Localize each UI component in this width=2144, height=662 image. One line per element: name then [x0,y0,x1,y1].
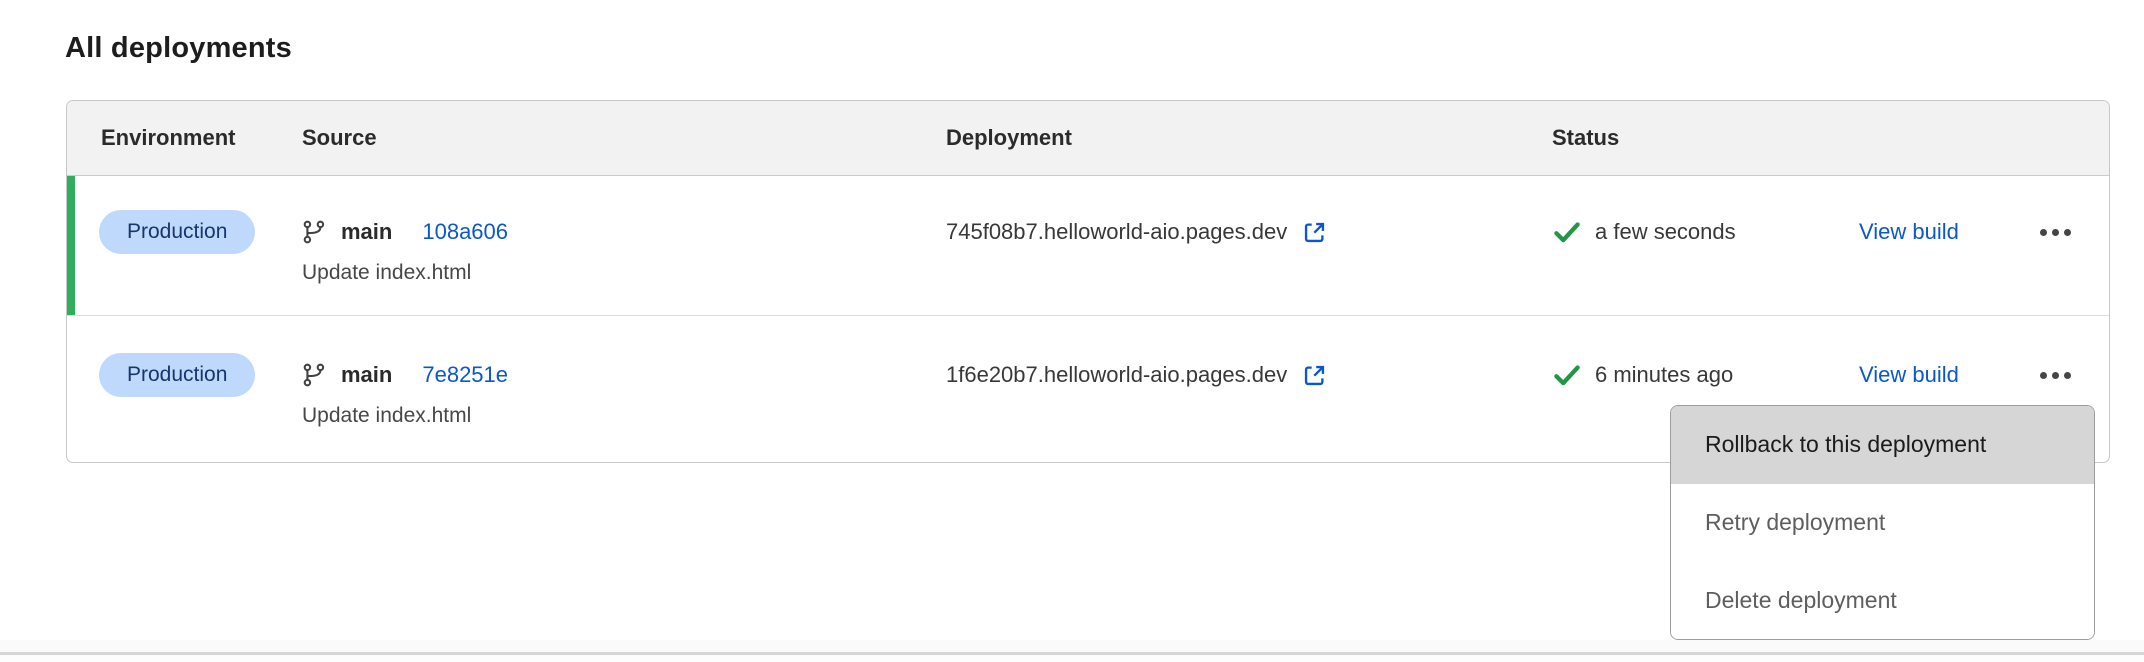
branch-name: main [341,219,392,245]
status-cell: 6 minutes ago View build [1552,353,2109,397]
row-actions-menu-button[interactable] [2038,221,2073,244]
check-icon [1552,360,1582,390]
ellipsis-icon [2040,229,2047,236]
commit-link[interactable]: 7e8251e [422,362,508,388]
environment-cell: Production [67,176,302,254]
branch-name: main [341,362,392,388]
environment-cell: Production [67,316,302,397]
deployment-url: 1f6e20b7.helloworld-aio.pages.dev [946,362,1287,388]
column-header-environment: Environment [67,125,302,151]
status-time: 6 minutes ago [1595,362,1733,388]
git-branch-icon [302,219,328,245]
menu-item-retry[interactable]: Retry deployment [1671,484,2094,562]
external-link-icon[interactable] [1301,362,1328,389]
external-link-icon[interactable] [1301,219,1328,246]
deployment-url: 745f08b7.helloworld-aio.pages.dev [946,219,1287,245]
git-branch-icon [302,362,328,388]
deployment-context-menu: Rollback to this deployment Retry deploy… [1670,405,2095,640]
deployments-page: All deployments Environment Source Deplo… [0,0,2144,662]
page-title: All deployments [65,32,292,65]
status-cell: a few seconds View build [1552,210,2109,254]
page-bottom-strip [0,640,2144,652]
row-actions-menu-button[interactable] [2038,364,2073,387]
source-cell: main 7e8251e Update index.html [302,316,946,428]
environment-badge: Production [99,353,255,397]
source-cell: main 108a606 Update index.html [302,176,946,285]
commit-link[interactable]: 108a606 [422,219,508,245]
column-header-deployment: Deployment [946,125,1552,151]
deployment-cell: 745f08b7.helloworld-aio.pages.dev [946,210,1552,254]
table-header-row: Environment Source Deployment Status [67,101,2109,176]
view-build-link[interactable]: View build [1859,219,1959,245]
check-icon [1552,217,1582,247]
commit-message: Update index.html [302,261,946,285]
column-header-status: Status [1552,125,2109,151]
commit-message: Update index.html [302,404,946,428]
menu-item-delete[interactable]: Delete deployment [1671,561,2094,639]
ellipsis-icon [2040,372,2047,379]
deployment-cell: 1f6e20b7.helloworld-aio.pages.dev [946,353,1552,397]
status-time: a few seconds [1595,219,1736,245]
deployment-row-1: Production main 108a606 Update index.htm… [67,176,2109,316]
menu-item-rollback[interactable]: Rollback to this deployment [1671,406,2094,484]
column-header-source: Source [302,125,946,151]
current-deployment-indicator-bar [67,176,75,315]
view-build-link[interactable]: View build [1859,362,1959,388]
page-bottom-area [0,655,2144,662]
environment-badge: Production [99,210,255,254]
